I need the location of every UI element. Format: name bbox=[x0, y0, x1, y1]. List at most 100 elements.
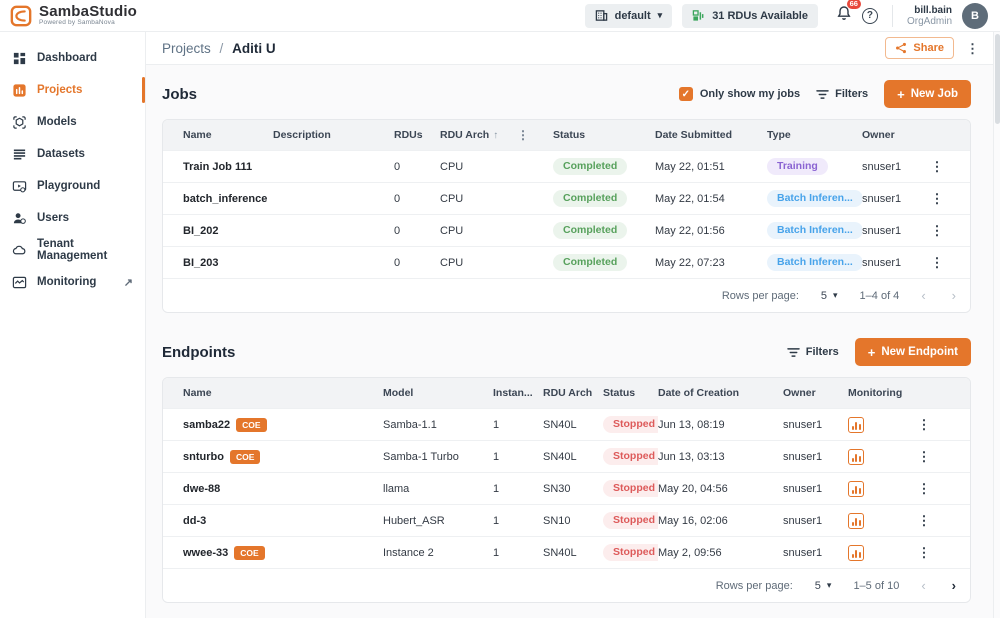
status-badge: Stopped bbox=[603, 480, 658, 497]
row-menu-button[interactable]: ⋮ bbox=[922, 159, 952, 175]
table-row[interactable]: dd-3 Hubert_ASR 1 SN10 Stopped May 16, 0… bbox=[163, 504, 970, 536]
col-status[interactable]: Status bbox=[603, 387, 658, 399]
building-icon bbox=[595, 9, 608, 22]
row-menu-button[interactable]: ⋮ bbox=[922, 191, 952, 207]
tenant-selector[interactable]: default ▾ bbox=[585, 4, 673, 28]
table-row[interactable]: BI_203 0 CPU Completed May 22, 07:23 Bat… bbox=[163, 246, 970, 278]
table-row[interactable]: batch_inference 0 CPU Completed May 22, … bbox=[163, 182, 970, 214]
col-rdus[interactable]: RDUs bbox=[394, 129, 440, 141]
scrollbar[interactable] bbox=[993, 32, 1000, 618]
job-name: Train Job 111 bbox=[183, 161, 273, 173]
sidebar-item-playground[interactable]: Playground bbox=[0, 170, 145, 202]
jobs-filters-button[interactable]: Filters bbox=[816, 88, 868, 100]
col-description[interactable]: Description bbox=[273, 129, 394, 141]
row-menu-button[interactable]: ⋮ bbox=[910, 513, 938, 529]
sidebar-item-projects[interactable]: Projects bbox=[0, 74, 145, 106]
breadcrumb-root[interactable]: Projects bbox=[162, 41, 211, 56]
jobs-pagination: Rows per page: 5 ▾ 1–4 of 4 ‹ › bbox=[163, 278, 970, 312]
table-row[interactable]: samba22 COE Samba-1.1 1 SN40L Stopped Ju… bbox=[163, 408, 970, 440]
rows-per-page-select[interactable]: 5 ▾ bbox=[821, 290, 838, 302]
col-monitoring[interactable]: Monitoring bbox=[848, 387, 910, 399]
only-show-my-jobs-checkbox[interactable]: ✓ Only show my jobs bbox=[679, 87, 800, 101]
projects-icon bbox=[12, 83, 27, 98]
share-button[interactable]: Share bbox=[885, 37, 954, 59]
col-instances[interactable]: Instan... bbox=[493, 387, 543, 399]
endpoint-name: snturbo COE bbox=[183, 450, 383, 464]
column-menu-button[interactable]: ⋮ bbox=[517, 128, 553, 142]
endpoint-owner: snuser1 bbox=[783, 451, 848, 463]
users-icon bbox=[12, 211, 27, 226]
rows-per-page-value: 5 bbox=[815, 580, 821, 592]
sidebar-item-label: Models bbox=[37, 116, 77, 128]
col-owner[interactable]: Owner bbox=[862, 129, 922, 141]
col-status[interactable]: Status bbox=[553, 129, 655, 141]
sidebar-item-users[interactable]: Users bbox=[0, 202, 145, 234]
next-page-button[interactable]: › bbox=[952, 288, 956, 303]
table-row[interactable]: wwee-33 COE Instance 2 1 SN40L Stopped M… bbox=[163, 536, 970, 568]
col-date-of-creation[interactable]: Date of Creation bbox=[658, 387, 783, 399]
notifications-button[interactable]: 66 bbox=[836, 5, 852, 26]
row-menu-button[interactable]: ⋮ bbox=[910, 481, 938, 497]
status-badge: Stopped bbox=[603, 448, 658, 465]
help-button[interactable]: ? bbox=[862, 8, 878, 24]
sidebar-item-tenant-management[interactable]: Tenant Management bbox=[0, 234, 145, 266]
col-type[interactable]: Type bbox=[767, 129, 862, 141]
table-row[interactable]: BI_202 0 CPU Completed May 22, 01:56 Bat… bbox=[163, 214, 970, 246]
previous-page-button[interactable]: ‹ bbox=[921, 578, 925, 593]
status-badge: Stopped bbox=[603, 544, 658, 561]
new-job-button[interactable]: + New Job bbox=[884, 80, 971, 108]
coe-badge: COE bbox=[236, 418, 266, 432]
job-date: May 22, 01:54 bbox=[655, 193, 767, 205]
table-row[interactable]: Train Job 111 0 CPU Completed May 22, 01… bbox=[163, 150, 970, 182]
endpoint-name: wwee-33 COE bbox=[183, 546, 383, 560]
endpoint-model: llama bbox=[383, 483, 493, 495]
monitoring-chart-icon[interactable] bbox=[848, 545, 864, 561]
avatar[interactable]: B bbox=[962, 3, 988, 29]
rdus-available-indicator[interactable]: 31 RDUs Available bbox=[682, 4, 818, 28]
sidebar-item-models[interactable]: Models bbox=[0, 106, 145, 138]
page-menu-button[interactable]: ⋮ bbox=[966, 42, 979, 55]
scrollbar-thumb[interactable] bbox=[995, 34, 1000, 124]
endpoints-filters-button[interactable]: Filters bbox=[787, 346, 839, 358]
next-page-button[interactable]: › bbox=[952, 578, 956, 593]
monitoring-icon bbox=[12, 275, 27, 290]
col-name[interactable]: Name bbox=[183, 129, 273, 141]
sidebar-item-monitoring[interactable]: Monitoring ↗ bbox=[0, 266, 145, 298]
row-menu-button[interactable]: ⋮ bbox=[922, 223, 952, 239]
table-row[interactable]: snturbo COE Samba-1 Turbo 1 SN40L Stoppe… bbox=[163, 440, 970, 472]
new-endpoint-button[interactable]: + New Endpoint bbox=[855, 338, 971, 366]
status-badge: Completed bbox=[553, 254, 627, 271]
monitoring-chart-icon[interactable] bbox=[848, 449, 864, 465]
row-menu-button[interactable]: ⋮ bbox=[922, 255, 952, 271]
col-name[interactable]: Name bbox=[183, 387, 383, 399]
endpoint-date: May 16, 02:06 bbox=[658, 515, 783, 527]
col-owner[interactable]: Owner bbox=[783, 387, 848, 399]
monitoring-chart-icon[interactable] bbox=[848, 417, 864, 433]
notification-badge: 66 bbox=[847, 0, 861, 9]
endpoint-rdu-arch: SN40L bbox=[543, 547, 603, 559]
new-endpoint-button-label: New Endpoint bbox=[881, 346, 958, 358]
top-bar: SambaStudio Powered by SambaNova default… bbox=[0, 0, 1000, 32]
job-date: May 22, 07:23 bbox=[655, 257, 767, 269]
sidebar-item-dashboard[interactable]: Dashboard bbox=[0, 42, 145, 74]
row-menu-button[interactable]: ⋮ bbox=[910, 417, 938, 433]
endpoints-table-header: Name Model Instan... RDU Arch Status Dat… bbox=[163, 378, 970, 408]
table-row[interactable]: dwe-88 llama 1 SN30 Stopped May 20, 04:5… bbox=[163, 472, 970, 504]
tenant-selector-value: default bbox=[615, 10, 651, 22]
job-date: May 22, 01:51 bbox=[655, 161, 767, 173]
col-rdu-arch[interactable]: RDU Arch ↑ bbox=[440, 129, 517, 141]
col-model[interactable]: Model bbox=[383, 387, 493, 399]
previous-page-button[interactable]: ‹ bbox=[921, 288, 925, 303]
monitoring-chart-icon[interactable] bbox=[848, 481, 864, 497]
user-name: bill.bain bbox=[907, 5, 952, 16]
col-rdu-arch[interactable]: RDU Arch bbox=[543, 387, 603, 399]
row-menu-button[interactable]: ⋮ bbox=[910, 545, 938, 561]
job-name: batch_inference bbox=[183, 193, 273, 205]
job-rdu-arch: CPU bbox=[440, 257, 517, 269]
row-menu-button[interactable]: ⋮ bbox=[910, 449, 938, 465]
col-date-submitted[interactable]: Date Submitted bbox=[655, 129, 767, 141]
rows-per-page-select[interactable]: 5 ▾ bbox=[815, 580, 832, 592]
sidebar-item-datasets[interactable]: Datasets bbox=[0, 138, 145, 170]
monitoring-chart-icon[interactable] bbox=[848, 513, 864, 529]
status-badge: Stopped bbox=[603, 512, 658, 529]
